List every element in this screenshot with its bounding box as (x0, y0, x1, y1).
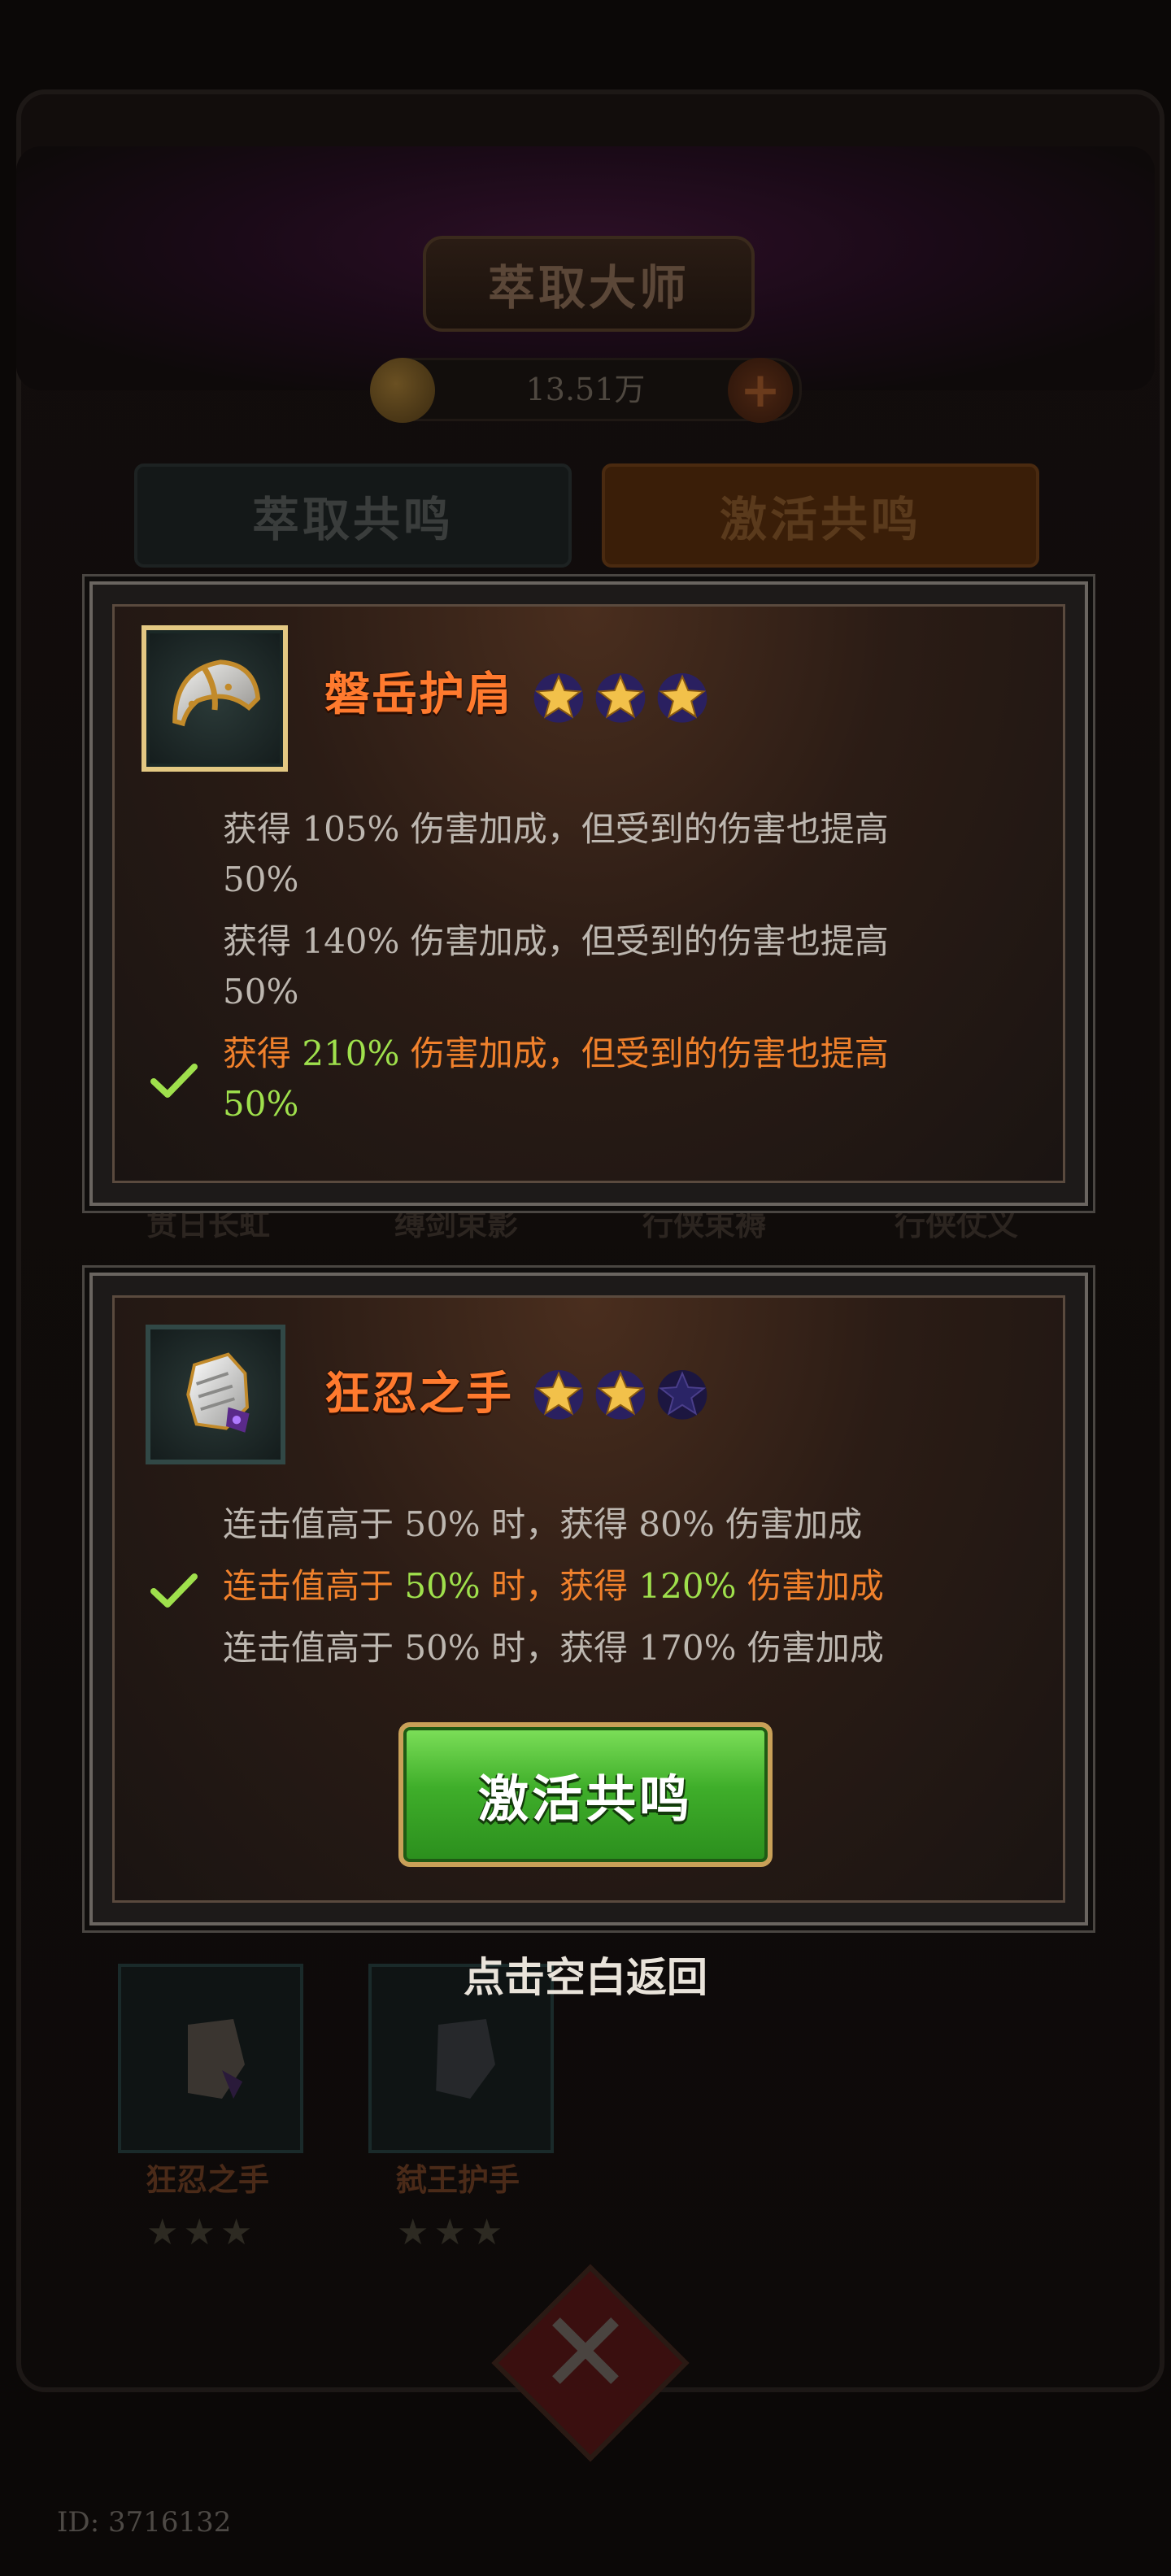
background-item-stars: ★★★ (146, 2212, 258, 2253)
effect-line: 连击值高于 50% 时，获得 80% 伤害加成 (223, 1504, 863, 1544)
gauntlet-icon (188, 2018, 245, 2099)
item-slot[interactable] (141, 625, 288, 772)
page-title: 萃取大师 (487, 260, 690, 315)
tab-activate-resonance[interactable]: 激活共鸣 (602, 463, 1039, 568)
background-label: 贯日长虹 (146, 1206, 271, 1242)
checkmark-icon (150, 1064, 198, 1098)
activate-resonance-button[interactable]: 激活共鸣 (398, 1722, 773, 1867)
effect-line: 获得 105% 伤害加成，但受到的伤害也提高 50% (223, 809, 889, 899)
background-label: 缚剑束影 (394, 1206, 519, 1242)
star-filled-icon (595, 672, 646, 723)
user-id: ID: 3716132 (57, 2506, 232, 2539)
star-filled-icon (657, 672, 707, 723)
gauntlet-icon (436, 2018, 495, 2099)
background-item-slot[interactable] (118, 1964, 303, 2153)
background-label: 行侠束褥 (642, 1206, 767, 1242)
resonance-panel-shoulder: 磐岳护肩 获得 105% 伤害加成，但受到的伤害也提高 50% 获得 140% … (89, 581, 1088, 1206)
background-label: 行侠仗义 (895, 1206, 1019, 1242)
add-currency-icon[interactable]: + (728, 358, 793, 423)
coin-icon (370, 358, 435, 423)
gauntlet-icon (186, 1352, 250, 1433)
tab-extract-resonance[interactable]: 萃取共鸣 (134, 463, 572, 568)
item-slot[interactable] (146, 1325, 285, 1464)
effect-line-active: 连击值高于 50% 时，获得 120% 伤害加成 (223, 1566, 884, 1606)
close-icon[interactable]: ✕ (529, 2289, 642, 2419)
activate-button-label: 激活共鸣 (477, 1769, 693, 1829)
star-rating (532, 670, 709, 724)
star-filled-icon (533, 672, 584, 723)
currency-amount: 13.51万 (525, 372, 646, 407)
item-name: 狂忍之手 (324, 1367, 513, 1421)
star-filled-icon (595, 1369, 646, 1420)
checkmark-icon (150, 1573, 198, 1608)
background-item-name: 狂忍之手 (145, 2161, 269, 2198)
effect-line: 获得 140% 伤害加成，但受到的伤害也提高 50% (223, 921, 889, 1012)
effect-line-active: 获得 210% 伤害加成，但受到的伤害也提高 50% (223, 1033, 889, 1124)
tap-blank-return-hint[interactable]: 点击空白返回 (342, 1945, 829, 2004)
background-item-stars: ★★★ (397, 2212, 508, 2253)
shoulder-armor-icon (172, 659, 261, 727)
item-name: 磐岳护肩 (324, 668, 513, 721)
effect-line: 连击值高于 50% 时，获得 170% 伤害加成 (223, 1628, 884, 1668)
star-empty-icon (657, 1369, 707, 1420)
background-item-name: 弑王护手 (395, 2161, 520, 2198)
star-rating (532, 1367, 709, 1421)
star-filled-icon (533, 1369, 584, 1420)
title-plate: 萃取大师 (423, 236, 755, 332)
